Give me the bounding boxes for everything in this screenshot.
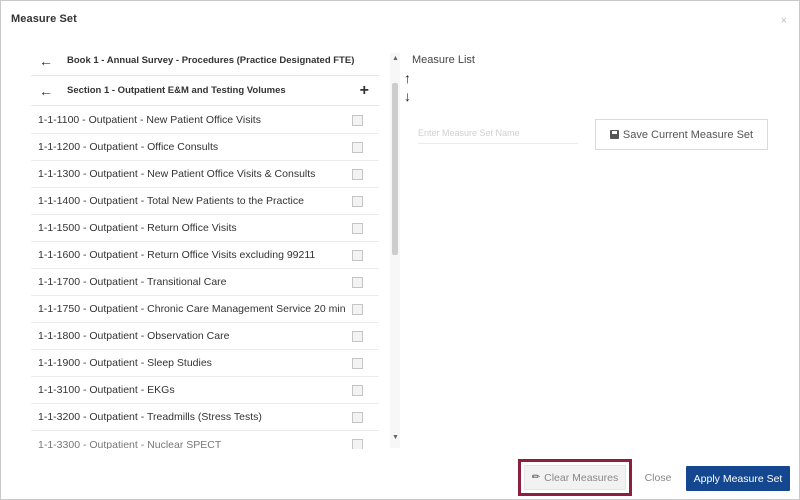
clear-measures-label: Clear Measures [544, 471, 619, 484]
measure-label: 1-1-1200 - Outpatient - Office Consults [38, 141, 219, 153]
breadcrumb-book[interactable]: ← Book 1 - Annual Survey - Procedures (P… [31, 46, 379, 76]
measure-label: 1-1-1100 - Outpatient - New Patient Offi… [38, 114, 261, 126]
measure-set-modal: Measure Set × ← Book 1 - Annual Survey -… [0, 0, 800, 500]
measure-checkbox[interactable] [352, 169, 363, 180]
list-item[interactable]: 1-1-1900 - Outpatient - Sleep Studies [31, 350, 379, 377]
save-measure-set-button[interactable]: Save Current Measure Set [595, 119, 768, 150]
scrollbar-thumb[interactable] [392, 83, 398, 255]
move-up-icon[interactable]: ↑ [404, 71, 411, 85]
measure-label: 1-1-3200 - Outpatient - Treadmills (Stre… [38, 411, 262, 423]
list-item[interactable]: 1-1-1800 - Outpatient - Observation Care [31, 323, 379, 350]
measure-label: 1-1-1500 - Outpatient - Return Office Vi… [38, 222, 237, 234]
measure-list-title: Measure List [412, 54, 475, 66]
breadcrumb-section[interactable]: ← Section 1 - Outpatient E&M and Testing… [31, 76, 379, 106]
measure-checkbox[interactable] [352, 358, 363, 369]
measure-checkbox[interactable] [352, 250, 363, 261]
list-item[interactable]: 1-1-1700 - Outpatient - Transitional Car… [31, 269, 379, 296]
measure-checkbox[interactable] [352, 196, 363, 207]
measure-list-available: 1-1-1100 - Outpatient - New Patient Offi… [31, 107, 379, 449]
measure-label: 1-1-1750 - Outpatient - Chronic Care Man… [38, 303, 346, 315]
move-down-icon[interactable]: ↓ [404, 89, 411, 103]
save-measure-set-label: Save Current Measure Set [622, 128, 754, 141]
modal-title: Measure Set [11, 13, 77, 25]
measure-browser: ← Book 1 - Annual Survey - Procedures (P… [31, 46, 401, 449]
back-arrow-icon[interactable]: ← [31, 54, 53, 68]
add-all-icon[interactable]: + [360, 83, 369, 99]
measure-set-name-input[interactable] [418, 122, 578, 144]
eraser-icon: ✏︎ [531, 472, 541, 483]
measure-checkbox[interactable] [352, 412, 363, 423]
measure-checkbox[interactable] [352, 439, 363, 449]
list-item[interactable]: 1-1-3300 - Outpatient - Nuclear SPECT [31, 431, 379, 449]
back-arrow-icon[interactable]: ← [31, 84, 53, 98]
floppy-disk-icon [609, 130, 619, 139]
measure-checkbox[interactable] [352, 331, 363, 342]
list-item[interactable]: 1-1-1200 - Outpatient - Office Consults [31, 134, 379, 161]
book-title: Book 1 - Annual Survey - Procedures (Pra… [67, 55, 355, 66]
measure-checkbox[interactable] [352, 304, 363, 315]
close-button[interactable]: Close [639, 466, 677, 490]
measure-label: 1-1-1600 - Outpatient - Return Office Vi… [38, 249, 316, 261]
scroll-down-icon[interactable]: ▼ [392, 434, 399, 441]
list-item[interactable]: 1-1-3200 - Outpatient - Treadmills (Stre… [31, 404, 379, 431]
list-item[interactable]: 1-1-3100 - Outpatient - EKGs [31, 377, 379, 404]
measure-label: 1-1-3100 - Outpatient - EKGs [38, 384, 175, 396]
scroll-up-icon[interactable]: ▲ [392, 55, 399, 62]
measure-label: 1-1-1300 - Outpatient - New Patient Offi… [38, 168, 316, 180]
measure-label: 1-1-1900 - Outpatient - Sleep Studies [38, 357, 212, 369]
list-item[interactable]: 1-1-1750 - Outpatient - Chronic Care Man… [31, 296, 379, 323]
list-item[interactable]: 1-1-1600 - Outpatient - Return Office Vi… [31, 242, 379, 269]
measure-checkbox[interactable] [352, 142, 363, 153]
apply-measure-set-button[interactable]: Apply Measure Set [686, 466, 790, 491]
measure-checkbox[interactable] [352, 277, 363, 288]
list-item[interactable]: 1-1-1400 - Outpatient - Total New Patien… [31, 188, 379, 215]
measure-label: 1-1-1400 - Outpatient - Total New Patien… [38, 195, 304, 207]
list-item[interactable]: 1-1-1300 - Outpatient - New Patient Offi… [31, 161, 379, 188]
measure-checkbox[interactable] [352, 385, 363, 396]
measure-checkbox[interactable] [352, 115, 363, 126]
close-icon[interactable]: × [781, 15, 787, 27]
measure-label: 1-1-3300 - Outpatient - Nuclear SPECT [38, 438, 222, 450]
clear-measures-button[interactable]: ✏︎ Clear Measures [524, 465, 626, 490]
section-title: Section 1 - Outpatient E&M and Testing V… [67, 85, 286, 96]
measure-label: 1-1-1800 - Outpatient - Observation Care [38, 330, 230, 342]
measure-checkbox[interactable] [352, 223, 363, 234]
list-item[interactable]: 1-1-1500 - Outpatient - Return Office Vi… [31, 215, 379, 242]
measure-label: 1-1-1700 - Outpatient - Transitional Car… [38, 276, 227, 288]
list-item[interactable]: 1-1-1100 - Outpatient - New Patient Offi… [31, 107, 379, 134]
